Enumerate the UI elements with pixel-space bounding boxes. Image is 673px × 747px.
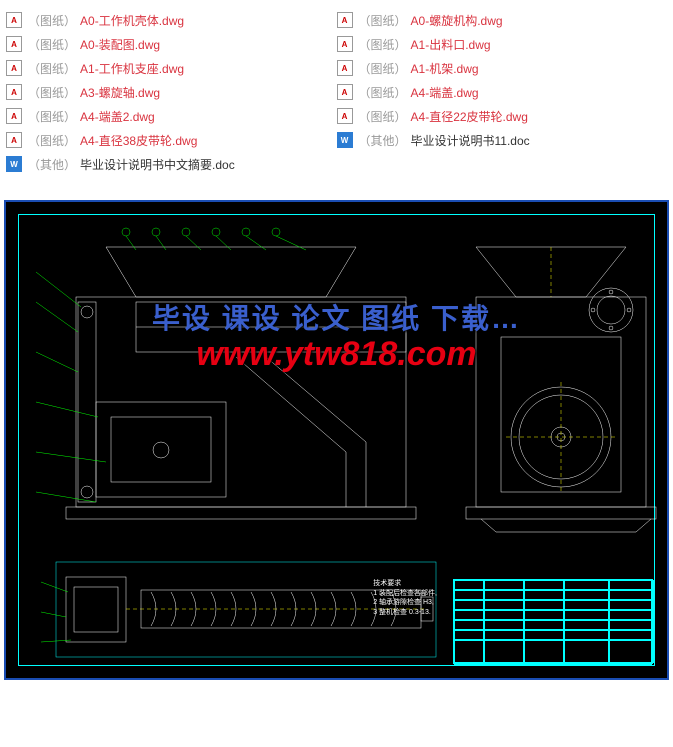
file-tag: （图纸） [28, 132, 76, 149]
file-name-link[interactable]: A1-工作机支座.dwg [80, 60, 184, 77]
file-name-link[interactable]: A4-端盖.dwg [411, 84, 479, 101]
file-row[interactable]: A （图纸） A4-直径38皮带轮.dwg [6, 128, 337, 152]
file-row[interactable]: A （图纸） A1-出料口.dwg [337, 32, 668, 56]
file-row[interactable]: A （图纸） A3-螺旋轴.dwg [6, 80, 337, 104]
file-name-link[interactable]: 毕业设计说明书中文摘要.doc [80, 156, 235, 173]
dwg-icon: A [6, 36, 22, 52]
file-name-link[interactable]: 毕业设计说明书11.doc [411, 132, 530, 149]
file-name-link[interactable]: A4-端盖2.dwg [80, 108, 155, 125]
file-tag: （图纸） [359, 60, 407, 77]
file-name-link[interactable]: A0-螺旋机构.dwg [411, 12, 503, 29]
file-tag: （图纸） [28, 36, 76, 53]
file-name-link[interactable]: A0-装配图.dwg [80, 36, 160, 53]
file-row[interactable]: A （图纸） A4-端盖2.dwg [6, 104, 337, 128]
file-row[interactable]: A （图纸） A1-机架.dwg [337, 56, 668, 80]
dwg-icon: A [6, 108, 22, 124]
file-name-link[interactable]: A1-机架.dwg [411, 60, 479, 77]
file-row[interactable]: A （图纸） A4-直径22皮带轮.dwg [337, 104, 668, 128]
file-tag: （图纸） [28, 60, 76, 77]
file-column-left: A （图纸） A0-工作机壳体.dwg A （图纸） A0-装配图.dwg A … [6, 8, 337, 176]
file-tag: （图纸） [359, 108, 407, 125]
file-name-link[interactable]: A4-直径22皮带轮.dwg [411, 108, 528, 125]
tech-note-line: 2 轴承游隙检查 H3, [373, 598, 437, 608]
dwg-icon: A [337, 60, 353, 76]
tech-note-line: 1 装配后检查各部件, [373, 589, 437, 599]
file-tag: （图纸） [28, 84, 76, 101]
file-tag: （图纸） [359, 36, 407, 53]
cad-titleblock [453, 579, 653, 664]
file-tag: （图纸） [28, 108, 76, 125]
tech-requirements-note: 技术要求 1 装配后检查各部件, 2 轴承游隙检查 H3, 3 整机检查 0.3… [373, 579, 437, 618]
doc-icon: W [6, 156, 22, 172]
file-tag: （图纸） [359, 12, 407, 29]
file-column-right: A （图纸） A0-螺旋机构.dwg A （图纸） A1-出料口.dwg A （… [337, 8, 668, 176]
file-tag: （图纸） [28, 12, 76, 29]
file-tag: （其他） [359, 132, 407, 149]
cad-drawing-frame: 技术要求 1 装配后检查各部件, 2 轴承游隙检查 H3, 3 整机检查 0.3… [4, 200, 669, 680]
file-list-section: A （图纸） A0-工作机壳体.dwg A （图纸） A0-装配图.dwg A … [0, 0, 673, 196]
file-row[interactable]: W （其他） 毕业设计说明书中文摘要.doc [6, 152, 337, 176]
file-row[interactable]: A （图纸） A1-工作机支座.dwg [6, 56, 337, 80]
dwg-icon: A [6, 12, 22, 28]
dwg-icon: A [337, 108, 353, 124]
file-name-link[interactable]: A0-工作机壳体.dwg [80, 12, 184, 29]
file-row[interactable]: A （图纸） A0-螺旋机构.dwg [337, 8, 668, 32]
dwg-icon: A [6, 132, 22, 148]
file-row[interactable]: A （图纸） A0-工作机壳体.dwg [6, 8, 337, 32]
dwg-icon: A [6, 60, 22, 76]
file-name-link[interactable]: A3-螺旋轴.dwg [80, 84, 160, 101]
cad-preview-section: 技术要求 1 装配后检查各部件, 2 轴承游隙检查 H3, 3 整机检查 0.3… [0, 196, 673, 684]
dwg-icon: A [337, 84, 353, 100]
tech-note-line: 3 整机检查 0.3-13. [373, 608, 437, 618]
file-name-link[interactable]: A1-出料口.dwg [411, 36, 491, 53]
file-name-link[interactable]: A4-直径38皮带轮.dwg [80, 132, 197, 149]
doc-icon: W [337, 132, 353, 148]
file-row[interactable]: W （其他） 毕业设计说明书11.doc [337, 128, 668, 152]
dwg-icon: A [337, 12, 353, 28]
file-row[interactable]: A （图纸） A0-装配图.dwg [6, 32, 337, 56]
dwg-icon: A [337, 36, 353, 52]
tech-note-title: 技术要求 [373, 579, 437, 589]
file-tag: （图纸） [359, 84, 407, 101]
dwg-icon: A [6, 84, 22, 100]
file-row[interactable]: A （图纸） A4-端盖.dwg [337, 80, 668, 104]
file-tag: （其他） [28, 156, 76, 173]
